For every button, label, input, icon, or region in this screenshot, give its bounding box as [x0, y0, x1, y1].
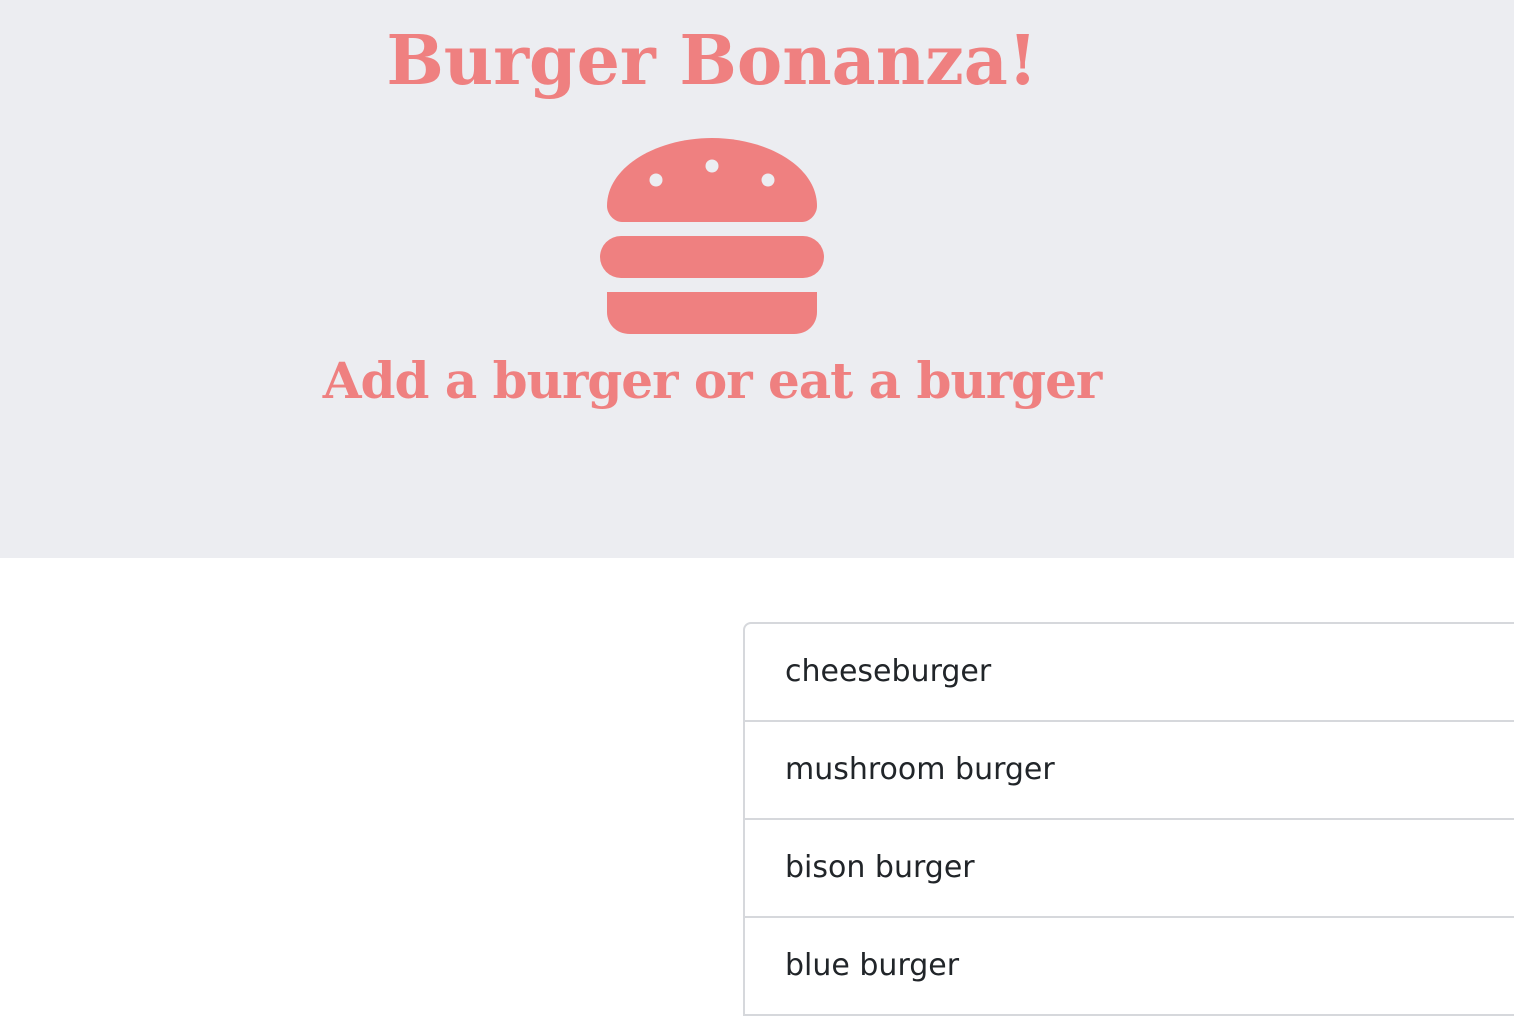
burger-name: mushroom burger	[785, 752, 1055, 787]
burger-name: bison burger	[785, 850, 975, 885]
burger-list-item[interactable]: mushroom burger	[745, 722, 1514, 820]
hero-banner: Burger Bonanza! Add a burger or eat a bu…	[0, 0, 1514, 558]
burger-name: cheeseburger	[785, 654, 992, 689]
burger-name: blue burger	[785, 948, 960, 983]
burger-list-item[interactable]: cheeseburger	[745, 624, 1514, 722]
burger-list-item[interactable]: blue burger	[745, 918, 1514, 1016]
page-subtitle: Add a burger or eat a burger	[322, 351, 1103, 410]
page-title: Burger Bonanza!	[386, 21, 1038, 101]
burger-list-item[interactable]: bison burger	[745, 820, 1514, 918]
hamburger-icon	[600, 138, 824, 334]
burger-list: cheeseburger mushroom burger bison burge…	[743, 622, 1514, 1016]
